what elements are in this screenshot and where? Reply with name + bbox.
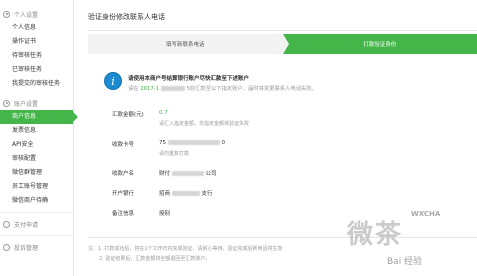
payee-label: 收款户名 xyxy=(112,171,135,177)
sidebar-item-api-security[interactable]: API安全 xyxy=(0,138,73,152)
step-fill-new-phone: 填写新联系电话 xyxy=(88,34,288,54)
title-divider xyxy=(88,30,477,31)
sidebar-divider xyxy=(0,212,73,213)
sidebar-section-account: 账户设置 xyxy=(0,96,73,110)
redacted-block xyxy=(171,171,204,176)
card-value-suffix: 0 xyxy=(221,140,226,146)
tip-box: i 请使用本商户号结算银行账户尽快汇款至下述账户 请在 2017-1 5前汇款至… xyxy=(88,66,477,102)
watermark-baidu: Bai 经验 xyxy=(387,257,423,267)
sidebar-section-personal: 个人设置 xyxy=(0,7,73,21)
sidebar-item-reviewed-tasks[interactable]: 已审核任务 xyxy=(0,63,73,77)
redacted-block xyxy=(167,140,220,145)
sidebar-item-personal-info[interactable]: 个人信息 xyxy=(0,21,73,35)
sidebar-item-merchant-info[interactable]: 商户信息 xyxy=(0,110,78,124)
sidebar-section-title: 个人设置 xyxy=(14,11,39,19)
watermark: 微茶 WXCHA Bai 经验 xyxy=(347,210,467,270)
amount-value: 0.7 xyxy=(159,110,168,116)
sidebar: 个人设置 个人信息 操作证书 待审核任务 已审核任务 我提交的审核任务 账户设置… xyxy=(0,0,78,276)
card-label: 收款卡号 xyxy=(112,142,135,148)
watermark-brand: WXCHA xyxy=(411,210,441,218)
step-transfer-verify: 打款验证身份 xyxy=(282,34,477,54)
sidebar-item-label: 支付申请 xyxy=(14,221,39,229)
footer-divider xyxy=(88,237,477,238)
tip-text-suffix: 5前汇款至以下指定账户，届时将变更联系人电话失败。 xyxy=(186,86,317,92)
amount-hint: 请汇入指定金额，非指定金额将验证失败 xyxy=(159,121,250,127)
card-value: 75 0 xyxy=(159,140,225,146)
sidebar-divider xyxy=(0,235,73,236)
bank-suffix: 支行 xyxy=(201,191,213,197)
tip-date: 2017-1 xyxy=(140,86,160,92)
notes: 注：1. 打款成功后，将在1个工作日内完成验证，请耐心等待，验证完成后新电话将生… xyxy=(88,244,283,264)
payee-prefix: 财付 xyxy=(159,171,171,177)
payee-suffix: 公司 xyxy=(205,171,217,177)
sidebar-item-review-config[interactable]: 审核配置 xyxy=(0,152,73,166)
note-line-1: 注：1. 打款成功后，将在1个工作日内完成验证，请耐心等待，验证完成后新电话将生… xyxy=(88,246,283,252)
note-line-2: 2. 验证结果后，汇款金额将全额退回至汇款账户。 xyxy=(99,256,211,262)
sidebar-item-label: 投诉管理 xyxy=(14,244,39,252)
payee-value: 财付 公司 xyxy=(159,169,217,177)
complaint-icon xyxy=(3,243,10,251)
remark-value: 授别 xyxy=(159,211,171,217)
sidebar-item-staff-accounts[interactable]: 员工账号管理 xyxy=(0,180,73,194)
step-progress: 填写新联系电话 打款验证身份 xyxy=(88,34,477,54)
redacted-block xyxy=(171,191,200,196)
page-title: 验证身份修改联系人电话 xyxy=(88,13,165,21)
gear-icon xyxy=(3,99,10,107)
sidebar-item-invoice-info[interactable]: 发票信息 xyxy=(0,124,73,138)
remark-label: 备注信息 xyxy=(112,211,135,217)
sidebar-item-pending-tasks[interactable]: 待审核任务 xyxy=(0,49,73,63)
sidebar-item-my-submitted-tasks[interactable]: 我提交的审核任务 xyxy=(0,77,73,91)
tip-text-prefix: 请在 xyxy=(128,86,139,92)
sidebar-section-title: 账户设置 xyxy=(14,100,39,108)
watermark-text: 微茶 xyxy=(347,220,404,250)
main-content: 验证身份修改联系人电话 填写新联系电话 打款验证身份 i 请使用本商户号结算银行… xyxy=(74,0,477,276)
redacted-block xyxy=(160,86,185,91)
bank-value: 招商 支行 xyxy=(159,189,213,197)
sidebar-item-certificate[interactable]: 操作证书 xyxy=(0,35,73,49)
sidebar-item-merchant-pending[interactable]: 微信商户待确 xyxy=(0,194,73,208)
payment-icon xyxy=(3,220,10,228)
tip-title: 请使用本商户号结算银行账户尽快汇款至下述账户 xyxy=(128,76,250,82)
sidebar-item-pay-apply[interactable]: 支付申请 xyxy=(0,217,73,231)
tip-text: 请在 2017-1 5前汇款至以下指定账户，届时将变更联系人电话失败。 xyxy=(128,84,317,92)
sidebar-item-complaints[interactable]: 投诉管理 xyxy=(0,240,73,254)
user-icon xyxy=(3,10,10,18)
card-hint: 请勿重复打款 xyxy=(159,151,190,157)
info-icon: i xyxy=(104,72,122,90)
sidebar-item-wechat-group[interactable]: 微信群管理 xyxy=(0,166,73,180)
card-value-prefix: 75 xyxy=(159,140,166,146)
bank-label: 开户银行 xyxy=(112,191,135,197)
amount-label: 汇款金额(元) xyxy=(112,112,144,118)
bank-prefix: 招商 xyxy=(159,191,171,197)
